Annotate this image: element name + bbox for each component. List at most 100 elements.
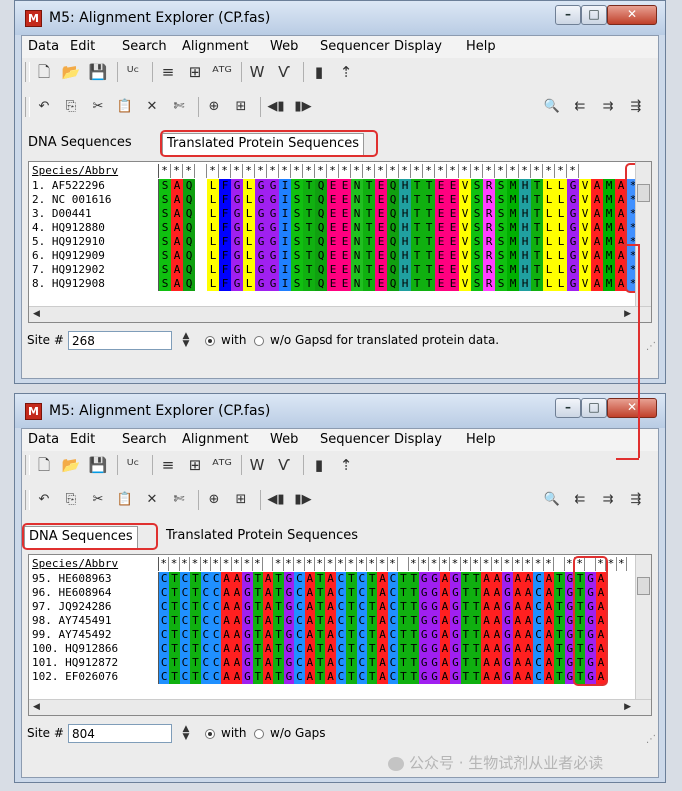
residue-cell[interactable]: C xyxy=(179,642,191,656)
residue-cell[interactable]: A xyxy=(491,572,503,586)
residue-cell[interactable]: N xyxy=(351,249,363,263)
residue-cell[interactable]: E xyxy=(339,221,351,235)
residue-cell[interactable]: G xyxy=(283,642,295,656)
residue-cell[interactable]: M xyxy=(507,207,519,221)
residue-cell[interactable]: T xyxy=(363,193,375,207)
residue-cell[interactable]: G xyxy=(502,656,513,670)
residue-cell[interactable]: T xyxy=(398,628,409,642)
residue-cell[interactable]: A xyxy=(304,642,315,656)
residue-cell[interactable]: A xyxy=(377,614,388,628)
residue-cell[interactable]: E xyxy=(435,277,447,291)
residue-cell[interactable]: T xyxy=(554,628,565,642)
residue-cell[interactable]: A xyxy=(523,628,534,642)
residue-cell[interactable]: A xyxy=(523,572,534,586)
residue-cell[interactable]: L xyxy=(543,235,555,249)
residue-cell[interactable]: T xyxy=(367,586,378,600)
residue-cell[interactable]: T xyxy=(398,600,409,614)
residue-cell[interactable]: T xyxy=(423,249,435,263)
menu-web[interactable]: Web xyxy=(270,39,298,54)
residue-cell[interactable]: H xyxy=(399,249,411,263)
residue-cell[interactable] xyxy=(195,249,207,263)
residue-cell[interactable]: T xyxy=(190,586,201,600)
residue-cell[interactable]: T xyxy=(408,614,419,628)
residue-cell[interactable]: A xyxy=(221,656,232,670)
residue-cell[interactable]: E xyxy=(447,277,459,291)
residue-cell[interactable]: G xyxy=(231,221,243,235)
without-gaps-radio[interactable] xyxy=(254,729,264,739)
residue-cell[interactable]: C xyxy=(294,670,305,684)
residue-cell[interactable]: T xyxy=(471,642,482,656)
residue-cell[interactable]: A xyxy=(543,586,555,600)
residue-cell[interactable]: T xyxy=(303,263,315,277)
residue-cell[interactable]: S xyxy=(159,277,171,291)
residue-cell[interactable]: T xyxy=(575,656,586,670)
muscle-icon[interactable]: Ѵ xyxy=(274,455,294,475)
maximize-button[interactable]: □ xyxy=(581,398,607,418)
residue-cell[interactable]: M xyxy=(603,221,615,235)
residue-cell[interactable] xyxy=(195,263,207,277)
residue-cell[interactable]: A xyxy=(512,572,523,586)
residue-cell[interactable]: T xyxy=(363,207,375,221)
residue-cell[interactable]: C xyxy=(294,614,305,628)
residue-cell[interactable]: A xyxy=(263,614,274,628)
residue-cell[interactable]: C xyxy=(335,628,347,642)
residue-cell[interactable] xyxy=(195,207,207,221)
residue-cell[interactable]: A xyxy=(171,207,183,221)
residue-cell[interactable]: L xyxy=(207,193,219,207)
residue-cell[interactable]: A xyxy=(595,670,607,684)
residue-cell[interactable]: E xyxy=(447,221,459,235)
residue-cell[interactable]: V xyxy=(579,235,591,249)
residue-cell[interactable]: A xyxy=(591,263,603,277)
residue-cell[interactable]: T xyxy=(346,614,357,628)
residue-cell[interactable]: G xyxy=(283,656,295,670)
residue-cell[interactable]: G xyxy=(450,628,461,642)
residue-cell[interactable]: A xyxy=(304,628,315,642)
residue-cell[interactable]: A xyxy=(543,572,555,586)
residue-cell[interactable]: A xyxy=(171,263,183,277)
residue-cell[interactable]: T xyxy=(460,614,471,628)
residue-cell[interactable]: A xyxy=(615,179,627,193)
residue-cell[interactable]: L xyxy=(543,277,555,291)
residue-cell[interactable]: E xyxy=(327,249,339,263)
residue-cell[interactable]: A xyxy=(512,586,523,600)
with-gaps-radio[interactable] xyxy=(205,729,215,739)
residue-cell[interactable]: T xyxy=(273,670,284,684)
residue-cell[interactable]: G xyxy=(242,670,253,684)
residue-cell[interactable]: A xyxy=(304,572,315,586)
residue-cell[interactable]: T xyxy=(411,235,423,249)
residue-cell[interactable]: G xyxy=(419,614,430,628)
residue-cell[interactable]: E xyxy=(327,277,339,291)
residue-cell[interactable]: C xyxy=(533,586,544,600)
residue-cell[interactable]: A xyxy=(171,235,183,249)
residue-cell[interactable]: G xyxy=(429,656,440,670)
residue-cell[interactable]: G xyxy=(419,670,430,684)
residue-cell[interactable]: T xyxy=(252,600,263,614)
residue-cell[interactable]: A xyxy=(591,179,603,193)
residue-cell[interactable]: M xyxy=(603,179,615,193)
residue-cell[interactable]: T xyxy=(190,670,201,684)
residue-cell[interactable]: S xyxy=(291,207,303,221)
residue-cell[interactable]: C xyxy=(179,600,191,614)
residue-cell[interactable]: Q xyxy=(315,179,327,193)
residue-cell[interactable]: E xyxy=(339,235,351,249)
residue-cell[interactable]: C xyxy=(533,628,544,642)
residue-cell[interactable]: C xyxy=(335,600,347,614)
menu-alignment[interactable]: Alignment xyxy=(182,39,249,54)
residue-cell[interactable]: G xyxy=(567,179,579,193)
genetic-code-icon[interactable]: ⇡ xyxy=(336,62,356,82)
residue-cell[interactable]: I xyxy=(279,277,291,291)
residue-cell[interactable]: E xyxy=(375,193,387,207)
residue-cell[interactable]: G xyxy=(567,221,579,235)
residue-cell[interactable]: A xyxy=(439,628,451,642)
residue-cell[interactable]: C xyxy=(335,572,347,586)
residue-cell[interactable]: L xyxy=(555,263,567,277)
residue-cell[interactable]: T xyxy=(408,670,419,684)
residue-cell[interactable]: C xyxy=(179,670,191,684)
residue-cell[interactable]: T xyxy=(367,642,378,656)
insert-blank-icon[interactable]: ⊕ xyxy=(204,490,224,510)
residue-cell[interactable]: G xyxy=(502,614,513,628)
vertical-scrollbar[interactable] xyxy=(635,555,651,701)
residue-cell[interactable]: E xyxy=(375,263,387,277)
residue-cell[interactable]: A xyxy=(491,656,503,670)
paste-icon[interactable]: 📋 xyxy=(115,490,135,510)
